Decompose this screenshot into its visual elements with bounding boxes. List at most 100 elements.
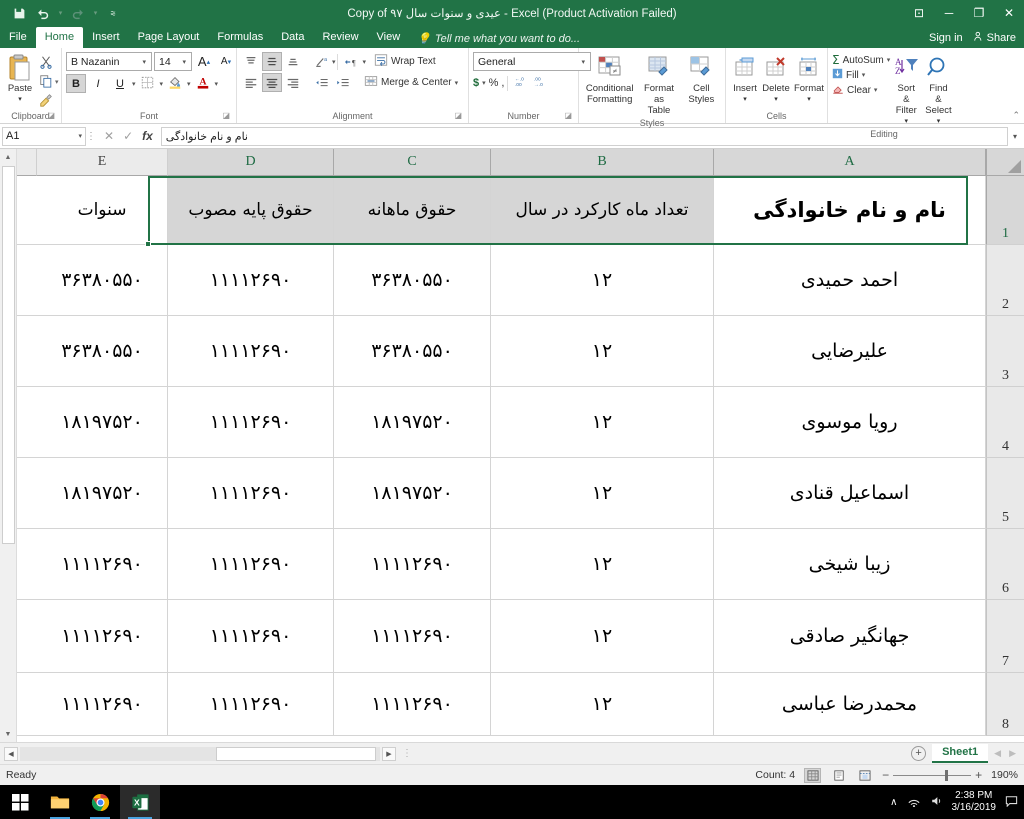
clipboard-dialog-launcher[interactable]: ◪: [47, 109, 55, 122]
clear-button[interactable]: Clear ▾: [832, 83, 890, 97]
rtl-dropdown-icon[interactable]: ▾: [363, 58, 367, 66]
wrap-text-button[interactable]: Wrap Text: [374, 53, 436, 70]
normal-view-button[interactable]: [804, 767, 822, 783]
fill-color-button[interactable]: [165, 74, 185, 93]
conditional-formatting-button[interactable]: ≠ Conditional Formatting: [584, 52, 636, 106]
show-hidden-icons-icon[interactable]: ∧: [890, 797, 897, 808]
cell-C2[interactable]: ۳۶۳۸۰۵۵۰: [334, 245, 491, 316]
column-header-C[interactable]: C: [334, 149, 491, 176]
sort-and-filter-button[interactable]: A Z Sort & Filter ▾: [890, 52, 922, 128]
increase-indent-button[interactable]: [332, 73, 352, 92]
font-size-combo[interactable]: 14 ▾: [154, 52, 192, 71]
restore-button[interactable]: ❐: [964, 0, 994, 26]
bold-button[interactable]: B: [66, 74, 86, 93]
alignment-dialog-launcher[interactable]: ◪: [454, 109, 462, 122]
clear-dropdown-icon[interactable]: ▾: [874, 86, 878, 94]
align-left-button[interactable]: [241, 73, 261, 92]
decrease-indent-button[interactable]: [311, 73, 331, 92]
cell-partial-5[interactable]: [17, 458, 37, 529]
insert-function-icon[interactable]: fx: [142, 129, 153, 143]
number-format-combo[interactable]: General ▾: [473, 52, 591, 71]
cancel-entry-icon[interactable]: ✕: [104, 129, 114, 143]
fill-color-dropdown-icon[interactable]: ▾: [187, 80, 191, 88]
cell-partial-4[interactable]: [17, 387, 37, 458]
zoom-thumb[interactable]: [945, 769, 949, 781]
align-right-button[interactable]: [283, 73, 303, 92]
action-center-icon[interactable]: [1005, 795, 1018, 810]
cell-B5[interactable]: ۱۲: [491, 458, 714, 529]
redo-dropdown-icon[interactable]: ▾: [91, 3, 100, 23]
increase-font-size-button[interactable]: A ▴: [194, 52, 214, 71]
page-break-preview-button[interactable]: [856, 768, 873, 783]
page-layout-view-button[interactable]: [830, 768, 847, 783]
cell-styles-button[interactable]: Cell Styles: [682, 52, 720, 106]
fill-button[interactable]: Fill ▾: [832, 68, 890, 82]
cell-B4[interactable]: ۱۲: [491, 387, 714, 458]
cell-C6[interactable]: ۱۱۱۱۲۶۹۰: [334, 529, 491, 600]
font-size-caret-icon[interactable]: ▾: [179, 58, 189, 66]
row-header-4[interactable]: 4: [986, 387, 1024, 458]
share-button[interactable]: Share: [973, 31, 1016, 45]
cell-D8[interactable]: ۱۱۱۱۲۶۹۰: [168, 673, 334, 736]
cell-D6[interactable]: ۱۱۱۱۲۶۹۰: [168, 529, 334, 600]
cell-C5[interactable]: ۱۸۱۹۷۵۲۰: [334, 458, 491, 529]
start-button[interactable]: [0, 785, 40, 819]
cell-D3[interactable]: ۱۱۱۱۲۶۹۰: [168, 316, 334, 387]
cell-A1[interactable]: نام و نام خانوادگی: [714, 176, 986, 245]
column-header-D[interactable]: D: [168, 149, 334, 176]
autosum-button[interactable]: Σ AutoSum ▾: [832, 53, 890, 67]
comma-format-button[interactable]: ,: [501, 77, 504, 89]
tab-review[interactable]: Review: [313, 27, 367, 48]
taskbar-clock[interactable]: 2:38 PM 3/16/2019: [952, 790, 997, 814]
find-and-select-button[interactable]: Find & Select ▾: [922, 52, 954, 128]
ribbon-display-options-icon[interactable]: ⊡: [904, 0, 934, 26]
cell-E2[interactable]: ۳۶۳۸۰۵۵۰: [37, 245, 168, 316]
format-painter-button[interactable]: [36, 92, 62, 110]
cell-partial-2[interactable]: [17, 245, 37, 316]
font-color-dropdown-icon[interactable]: ▾: [215, 80, 219, 88]
cell-B6[interactable]: ۱۲: [491, 529, 714, 600]
copy-button[interactable]: ▾: [36, 73, 62, 91]
increase-decimal-button[interactable]: ←.0.00: [514, 75, 530, 91]
column-header-E[interactable]: E: [37, 149, 168, 176]
decrease-font-size-button[interactable]: A ▾: [216, 52, 236, 71]
italic-button[interactable]: I: [88, 74, 108, 93]
cell-partial-7[interactable]: [17, 600, 37, 673]
cell-C4[interactable]: ۱۸۱۹۷۵۲۰: [334, 387, 491, 458]
fill-handle[interactable]: [145, 241, 151, 247]
align-top-button[interactable]: [241, 52, 261, 71]
new-sheet-button[interactable]: +: [911, 746, 927, 761]
tab-data[interactable]: Data: [272, 27, 313, 48]
copy-dropdown-icon[interactable]: ▾: [55, 78, 59, 86]
cell-D4[interactable]: ۱۱۱۱۲۶۹۰: [168, 387, 334, 458]
underline-dropdown-icon[interactable]: ▾: [132, 80, 136, 88]
cell-partial-8[interactable]: [17, 673, 37, 736]
tab-split-handle[interactable]: ⋮: [398, 748, 412, 759]
cell-E5[interactable]: ۱۸۱۹۷۵۲۰: [37, 458, 168, 529]
collapse-ribbon-button[interactable]: ⌃: [1012, 110, 1020, 121]
tab-page-layout[interactable]: Page Layout: [129, 27, 209, 48]
row-header-2[interactable]: 2: [986, 245, 1024, 316]
format-dropdown-icon[interactable]: ▾: [807, 94, 811, 105]
tab-home[interactable]: Home: [35, 27, 84, 48]
row-header-8[interactable]: 8: [986, 673, 1024, 736]
cell-D1[interactable]: حقوق پایه مصوب: [168, 176, 334, 245]
zoom-in-button[interactable]: +: [975, 768, 982, 782]
cell-A4[interactable]: رویا موسوی: [714, 387, 986, 458]
align-center-button[interactable]: [262, 73, 282, 92]
underline-button[interactable]: U: [110, 74, 130, 93]
cell-partial-6[interactable]: [17, 529, 37, 600]
cell-E7[interactable]: ۱۱۱۱۲۶۹۰: [37, 600, 168, 673]
file-explorer-icon[interactable]: [40, 785, 80, 819]
fill-dropdown-icon[interactable]: ▾: [862, 71, 866, 79]
cell-D5[interactable]: ۱۱۱۱۲۶۹۰: [168, 458, 334, 529]
zoom-out-button[interactable]: −: [882, 768, 889, 782]
tab-file[interactable]: File: [0, 27, 36, 48]
name-box[interactable]: A1 ▾: [2, 126, 86, 146]
undo-icon[interactable]: [32, 3, 54, 23]
merge-and-center-button[interactable]: Merge & Center ▾: [364, 74, 458, 91]
cell-E4[interactable]: ۱۸۱۹۷۵۲۰: [37, 387, 168, 458]
format-cells-button[interactable]: Format ▾: [792, 52, 826, 106]
align-middle-button[interactable]: [262, 52, 282, 71]
sort-filter-dropdown-icon[interactable]: ▾: [904, 116, 908, 127]
